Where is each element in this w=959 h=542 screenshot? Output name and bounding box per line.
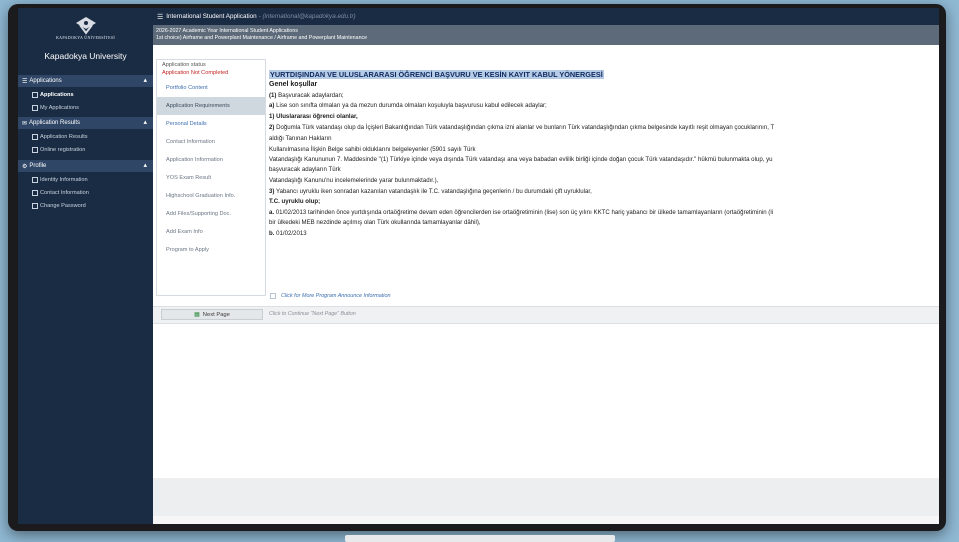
checkbox-icon [32,133,38,140]
checkbox-icon [32,176,38,183]
status-label: Application status [162,62,206,68]
sidebar-section-label: Applications [29,78,62,84]
sidebar-section-label: Profile [29,163,47,169]
checkbox-icon [32,146,38,153]
sidebar-section-profile[interactable]: ⚙ Profile ▴ [18,160,153,172]
monitor-stand [345,535,615,542]
university-name: Kapadokya University [44,51,127,61]
status-value: Application Not Completed [162,70,229,76]
screen: KAPADOKYA ÜNİVERSİTESİ Kapadokya Univers… [18,8,939,524]
checkbox-icon [270,293,276,299]
tab-program-to-apply[interactable]: Program to Apply [157,241,265,259]
gear-icon: ⚙ [22,163,28,170]
sidebar-item-label: Online registration [40,146,86,153]
content-line: 1) Uluslararası öğrenci olanlar, [269,113,358,120]
sidebar-section-label: Application Results [29,120,81,126]
content-line: Vatandaşlığı Kanununun 7. Maddesinde "(1… [269,156,773,163]
content-line: aldığı Tanınan Hakların [269,135,332,142]
content-line: Kullanılmasına İlişkin Belge sahibi oldu… [269,146,476,153]
page-footer [153,516,939,524]
document-title: YURTDIŞINDAN VE ULUSLARARASI ÖĞRENCİ BAŞ… [269,70,604,79]
academic-year-title: 2026-2027 Academic Year International St… [156,28,298,34]
menu-icon[interactable]: ☰ [157,13,163,21]
sidebar-item-label: Application Results [40,133,88,140]
page-bottom-panel [153,478,939,516]
sidebar-section-applications[interactable]: ☰ Applications ▴ [18,75,153,87]
content-line: a. 01/02/2013 tarihinden önce yurtdışınd… [269,209,774,216]
application-tabs-panel: Application status Application Not Compl… [156,59,266,296]
sidebar-item-identity-information[interactable]: Identity Information [18,173,153,186]
content-line: 2) Doğumla Türk vatandaşı olup da İçişle… [269,124,775,131]
sidebar-section-application-results[interactable]: ✉ Application Results ▴ [18,117,153,129]
content-line: b. 01/02/2013 [269,230,307,237]
checkbox-icon [32,91,38,98]
checkbox-icon [32,202,38,209]
grid-icon: ▦ [194,312,200,318]
list-icon: ☰ [22,78,28,85]
application-title-bar: 2026-2027 Academic Year International St… [153,25,939,45]
sidebar-item-application-results[interactable]: Application Results [18,130,153,143]
requirements-content: YURTDIŞINDAN VE ULUSLARARASI ÖĞRENCİ BAŞ… [269,68,939,293]
sidebar-item-online-registration[interactable]: Online registration [18,143,153,156]
tab-highschool-graduation-info[interactable]: Highschool Graduation Info. [157,187,265,205]
content-line: T.C. uyruklu olup; [269,198,321,205]
tab-personal-details[interactable]: Personal Details [157,115,265,133]
university-logo-icon [76,17,96,35]
top-bar: ☰ International Student Application - (i… [153,8,939,25]
content-line: Vatandaşlığı Kanunu'nu incelemelerinde y… [269,177,439,184]
sidebar-item-contact-information[interactable]: Contact Information [18,186,153,199]
logo-text: KAPADOKYA ÜNİVERSİTESİ [55,35,115,40]
sidebar-item-label: Identity Information [40,176,88,183]
sidebar-item-my-applications[interactable]: My Applications [18,101,153,114]
tab-yos-exam-result[interactable]: YOS Exam Result [157,169,265,187]
sidebar-item-label: Change Password [40,202,86,209]
envelope-icon: ✉ [22,120,28,127]
tab-add-files[interactable]: Add Files/Supporting Doc. [157,205,265,223]
chevron-up-icon: ▴ [143,119,147,126]
tab-add-exam-info[interactable]: Add Exam Info [157,223,265,241]
checkbox-icon [32,189,38,196]
sidebar-item-change-password[interactable]: Change Password [18,199,153,212]
chevron-up-icon: ▴ [143,77,147,84]
sidebar: KAPADOKYA ÜNİVERSİTESİ Kapadokya Univers… [18,8,153,524]
content-line: 3) Yabancı uyruklu iken sonradan kazanıl… [269,188,592,195]
sidebar-item-label: My Applications [40,104,79,111]
content-line: a) Lise son sınıfta olmaları ya da mezun… [269,102,547,109]
sidebar-item-label: Applications [40,91,74,98]
tab-application-information[interactable]: Application Information [157,151,265,169]
contact-email: - (international@kapadokya.edu.tr) [258,13,356,20]
content-line: bir ülkedeki MEB nezdinde açılmış olan T… [269,219,481,226]
sidebar-item-label: Contact Information [40,189,89,196]
app-title: International Student Application [166,13,257,20]
next-page-label: Next Page [202,311,230,318]
sidebar-item-applications[interactable]: Applications [18,88,153,101]
general-conditions-heading: Genel koşullar [269,81,318,88]
tab-application-requirements[interactable]: Application Requirements [157,97,265,115]
content-line: (1) Başvuracak adaylardan; [269,92,344,99]
program-choice: 1st choice) Airframe and Powerplant Main… [156,35,368,42]
more-program-info-link[interactable]: Click for More Program Announce Informat… [270,293,390,299]
tab-contact-information[interactable]: Contact Information [157,133,265,151]
tab-portfolio-content[interactable]: Portfolio Content [157,79,265,97]
content-line: başvuracak adayların Türk [269,166,341,173]
checkbox-icon [32,104,38,111]
chevron-up-icon: ▴ [143,162,147,169]
more-program-info-label: Click for More Program Announce Informat… [281,293,391,299]
navigation-strip: ▦ Next Page Click to Continue "Next Page… [153,306,939,324]
next-page-hint: Click to Continue "Next Page" Button [269,311,356,317]
next-page-button[interactable]: ▦ Next Page [161,309,263,320]
